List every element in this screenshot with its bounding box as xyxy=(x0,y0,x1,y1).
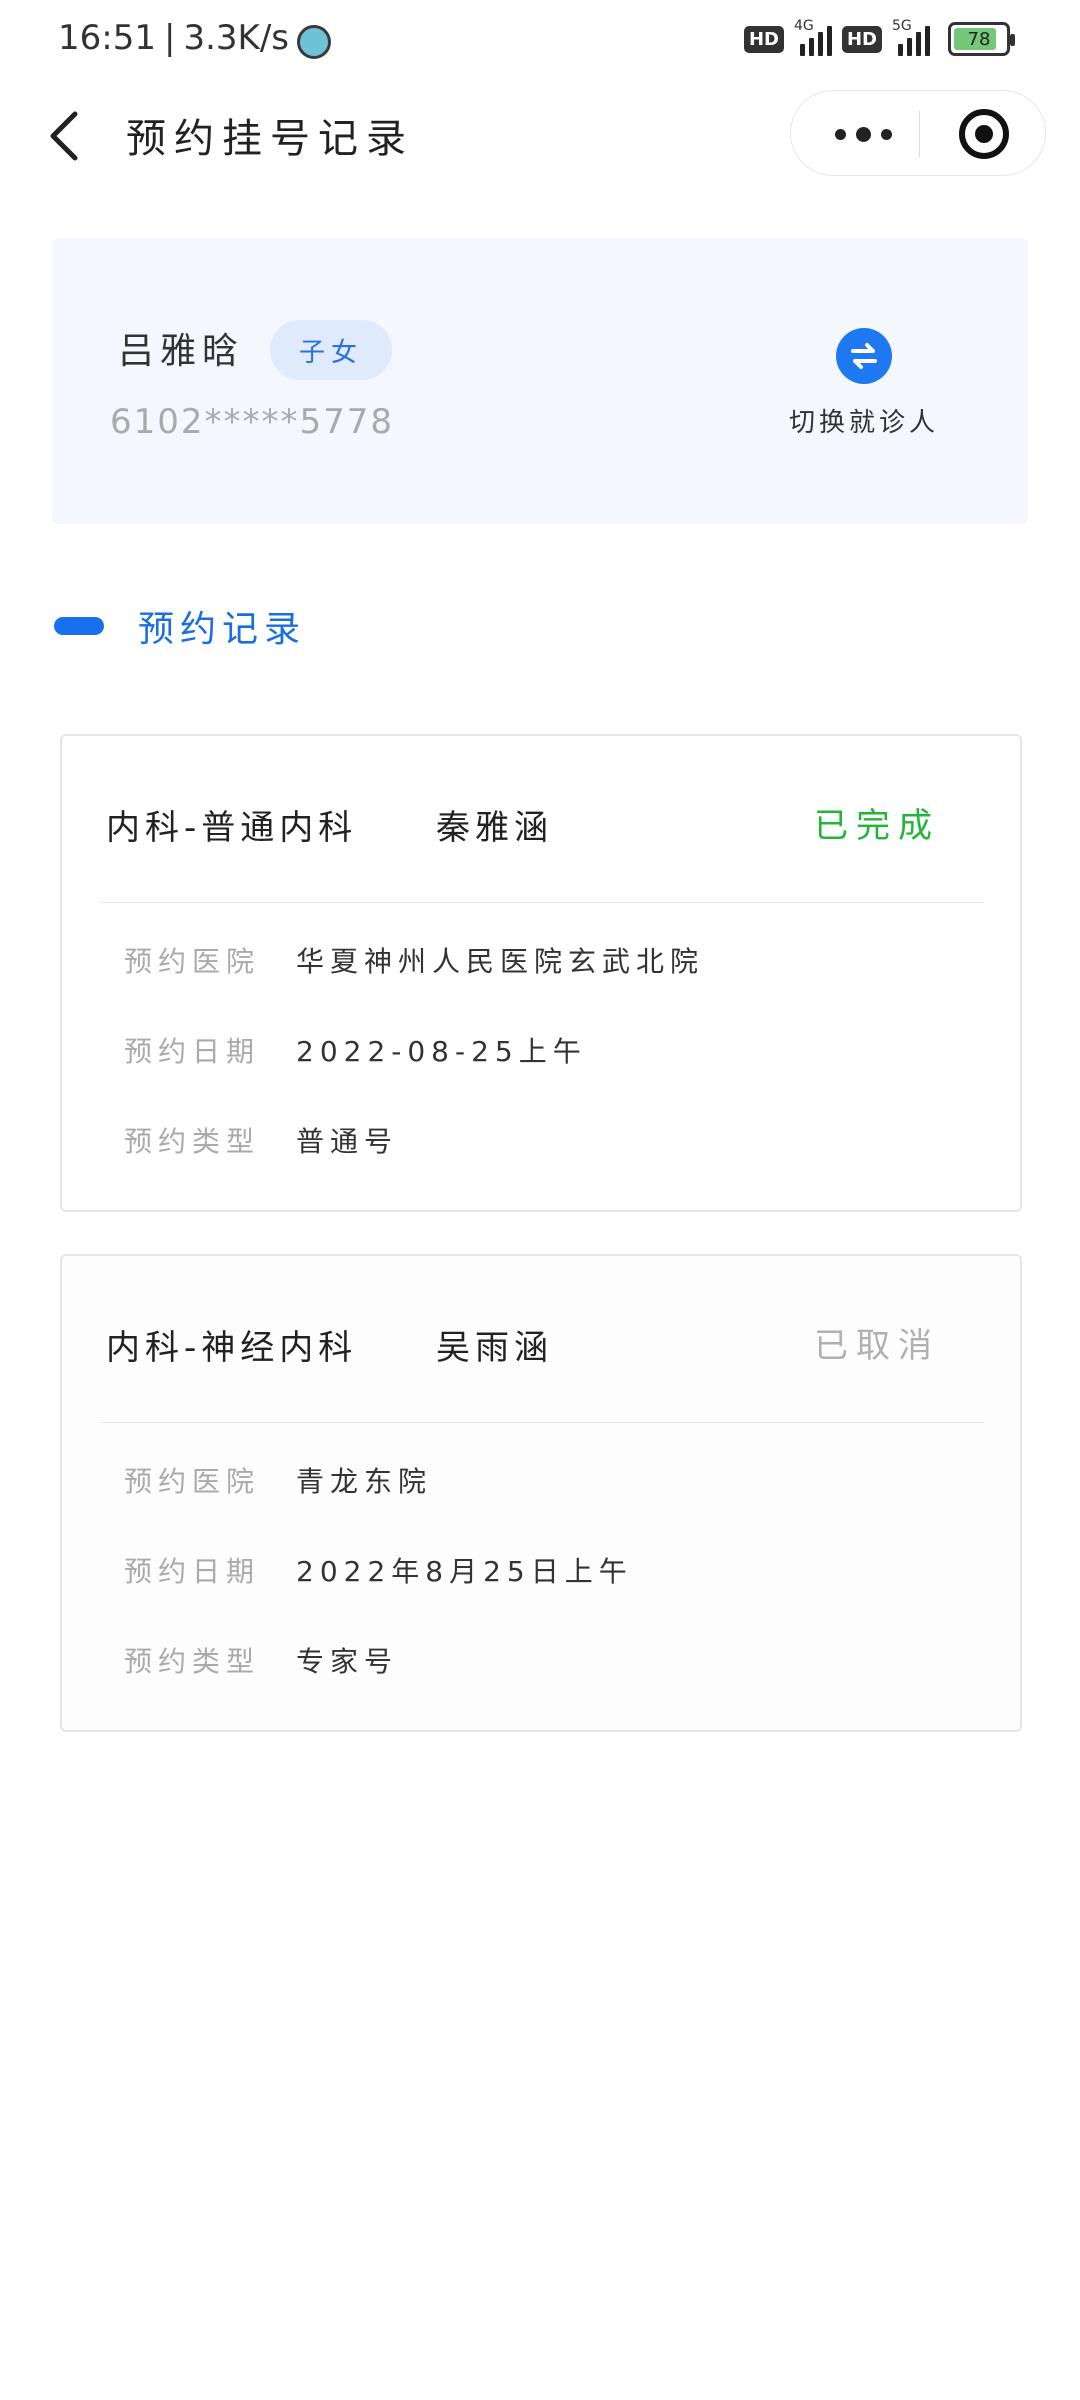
record-status: 已完成 xyxy=(814,806,940,846)
swap-icon xyxy=(836,328,892,384)
page-title: 预约挂号记录 xyxy=(126,116,414,162)
record-field-date: 预约日期 2022-08-25上午 xyxy=(124,1030,587,1070)
status-bar: 16:51 | 3.3K/s HD 4G HD 5G 78 xyxy=(0,0,1080,80)
record-doctor: 吴雨涵 xyxy=(436,1328,553,1368)
record-department: 内科-普通内科 xyxy=(106,808,358,848)
field-label: 预约日期 xyxy=(124,1035,261,1068)
record-card[interactable]: 内科-普通内科 秦雅涵 已完成 预约医院 华夏神州人民医院玄武北院 预约日期 2… xyxy=(60,734,1022,1212)
battery-icon: 78 xyxy=(948,22,1015,56)
relation-badge: 子女 xyxy=(270,320,392,380)
patient-id: 6102*****5778 xyxy=(110,402,395,442)
record-divider xyxy=(100,902,984,903)
record-department: 内科-神经内科 xyxy=(106,1328,358,1368)
more-button[interactable] xyxy=(825,117,901,151)
record-doctor: 秦雅涵 xyxy=(436,808,553,848)
record-status: 已取消 xyxy=(814,1326,940,1366)
field-value: 2022-08-25上午 xyxy=(296,1035,587,1068)
field-value: 2022年8月25日上午 xyxy=(296,1555,633,1588)
field-label: 预约日期 xyxy=(124,1555,261,1588)
back-button[interactable] xyxy=(44,106,84,166)
target-icon xyxy=(975,125,993,143)
record-field-type: 预约类型 专家号 xyxy=(124,1640,398,1680)
section-title: 预约记录 xyxy=(138,609,307,650)
field-label: 预约医院 xyxy=(124,1465,261,1498)
field-label: 预约类型 xyxy=(124,1645,261,1678)
clock-time: 16:51 xyxy=(58,18,156,58)
hd-badge-1: HD xyxy=(743,25,784,53)
status-separator: | xyxy=(163,18,176,58)
patient-name: 吕雅晗 xyxy=(118,331,245,372)
signal-icon-1: 4G xyxy=(794,18,832,56)
record-field-hospital: 预约医院 青龙东院 xyxy=(124,1460,432,1500)
switch-patient-button[interactable]: 切换就诊人 xyxy=(784,328,944,439)
hd-badge-2: HD xyxy=(841,25,882,53)
network-speed: 3.3K/s xyxy=(183,18,289,58)
section-header: 预约记录 xyxy=(54,596,306,656)
record-field-date: 预约日期 2022年8月25日上午 xyxy=(124,1550,633,1590)
field-value: 普通号 xyxy=(296,1125,399,1158)
capsule-divider xyxy=(919,111,920,157)
field-value: 青龙东院 xyxy=(296,1465,433,1498)
signal-icon-2: 5G xyxy=(892,18,930,56)
network-type-1: 4G xyxy=(793,18,814,34)
section-accent-bar xyxy=(54,617,104,635)
close-button[interactable] xyxy=(959,109,1009,159)
more-icon xyxy=(834,128,846,140)
field-label: 预约类型 xyxy=(124,1125,261,1158)
nav-bar: 预约挂号记录 xyxy=(0,86,1080,182)
chevron-left-icon xyxy=(50,111,78,161)
battery-level: 78 xyxy=(967,28,991,50)
status-right: HD 4G HD 5G 78 xyxy=(743,18,1015,56)
network-type-2: 5G xyxy=(892,18,912,34)
record-field-hospital: 预约医院 华夏神州人民医院玄武北院 xyxy=(124,940,704,980)
alarm-icon xyxy=(297,25,331,59)
record-card[interactable]: 内科-神经内科 吴雨涵 已取消 预约医院 青龙东院 预约日期 2022年8月25… xyxy=(60,1254,1022,1732)
switch-patient-label: 切换就诊人 xyxy=(788,408,939,438)
field-value: 华夏神州人民医院玄武北院 xyxy=(296,945,705,978)
record-divider xyxy=(100,1422,984,1423)
patient-card: 吕雅晗 子女 6102*****5778 切换就诊人 xyxy=(52,238,1028,524)
record-field-type: 预约类型 普通号 xyxy=(124,1120,398,1160)
status-left: 16:51 | 3.3K/s xyxy=(58,18,331,59)
field-label: 预约医院 xyxy=(124,945,261,978)
mini-program-capsule xyxy=(790,90,1046,176)
field-value: 专家号 xyxy=(296,1645,399,1678)
